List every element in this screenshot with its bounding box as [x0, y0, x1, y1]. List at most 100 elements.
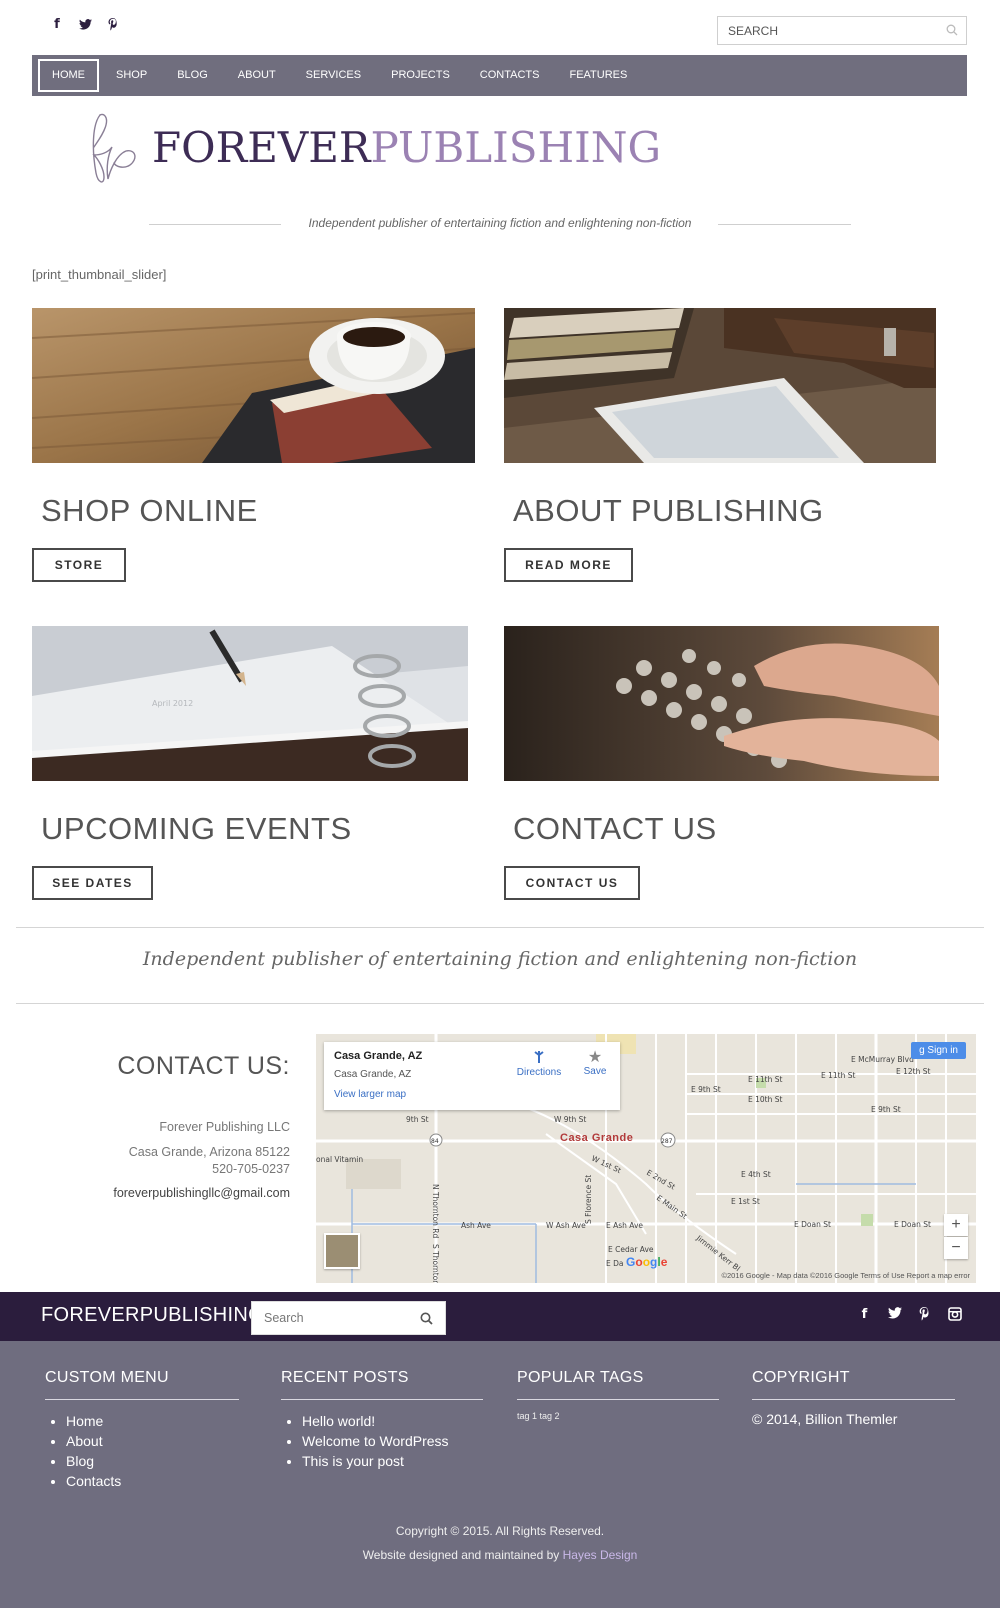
footer-search-input[interactable]	[252, 1302, 412, 1334]
site-logo[interactable]: FOREVERPUBLISHING	[86, 110, 661, 190]
post-link[interactable]: This is your post	[302, 1451, 483, 1471]
nav-item-blog[interactable]: BLOG	[162, 59, 223, 92]
svg-text:E 11th St: E 11th St	[821, 1071, 856, 1080]
contact-address: Casa Grande, Arizona 85122	[128, 1145, 290, 1159]
menu-link-about[interactable]: About	[66, 1431, 239, 1451]
search-icon[interactable]	[420, 1312, 433, 1325]
footer-brand[interactable]: FOREVERPUBLISHING	[41, 1304, 264, 1327]
divider-top	[16, 927, 984, 928]
widget-copyright: COPYRIGHT © 2014, Billion Themler	[752, 1369, 955, 1427]
widget-popular-tags: POPULAR TAGS tag 1 tag 2	[517, 1369, 719, 1421]
custom-menu-list: Home About Blog Contacts	[45, 1411, 239, 1491]
svg-text:E Doan St: E Doan St	[794, 1220, 831, 1229]
directions-icon	[534, 1051, 544, 1063]
widget-title: COPYRIGHT	[752, 1369, 955, 1400]
svg-text:Ash Ave: Ash Ave	[461, 1221, 491, 1230]
svg-text:S Thornton Rd: S Thornton Rd	[431, 1244, 440, 1283]
svg-text:W Ash Ave: W Ash Ave	[546, 1221, 586, 1230]
slider-shortcode-text: [print_thumbnail_slider]	[32, 267, 167, 282]
search-icon[interactable]	[946, 24, 958, 36]
quote-tagline: Independent publisher of entertaining fi…	[142, 948, 858, 970]
svg-text:N Thornton Rd: N Thornton Rd	[431, 1184, 440, 1239]
zoom-in-button[interactable]: +	[944, 1214, 968, 1236]
instagram-icon[interactable]	[947, 1307, 962, 1323]
map-info-card: Casa Grande, AZ Casa Grande, AZ View lar…	[324, 1042, 620, 1110]
nav-item-features[interactable]: FEATURES	[554, 59, 642, 92]
menu-link-contacts[interactable]: Contacts	[66, 1471, 239, 1491]
facebook-icon[interactable]: f	[857, 1307, 872, 1323]
google-map[interactable]: 9th St W 9th St Ash Ave W Ash Ave E Ash …	[316, 1034, 976, 1283]
svg-text:E Cedar Ave: E Cedar Ave	[608, 1245, 654, 1254]
tagline-divider-right	[718, 224, 851, 225]
top-search-input[interactable]	[718, 17, 928, 44]
typewriter-hands-image	[504, 626, 939, 781]
see-dates-button[interactable]: SEE DATES	[32, 866, 153, 900]
svg-text:E 11th St: E 11th St	[748, 1075, 783, 1084]
contact-us-button[interactable]: CONTACT US	[504, 866, 640, 900]
nav-item-about[interactable]: ABOUT	[223, 59, 291, 92]
top-social-links: f	[50, 16, 120, 32]
menu-link-blog[interactable]: Blog	[66, 1451, 239, 1471]
map-place-address: Casa Grande, AZ	[334, 1069, 412, 1080]
nav-item-contacts[interactable]: CONTACTS	[465, 59, 555, 92]
map-city-label: Casa Grande	[560, 1132, 634, 1144]
post-link[interactable]: Welcome to WordPress	[302, 1431, 483, 1451]
recent-posts-list: Hello world! Welcome to WordPress This i…	[281, 1411, 483, 1471]
view-larger-map-link[interactable]: View larger map	[334, 1089, 406, 1100]
menu-link-home[interactable]: Home	[66, 1411, 239, 1431]
svg-text:E 10th St: E 10th St	[748, 1095, 783, 1104]
post-link[interactable]: Hello world!	[302, 1411, 483, 1431]
facebook-icon[interactable]: f	[50, 16, 64, 32]
footer-credits: Website designed and maintained by Hayes…	[0, 1548, 1000, 1562]
logo-wordmark: FOREVERPUBLISHING	[152, 123, 661, 172]
directions-button[interactable]: Directions	[514, 1050, 564, 1078]
pinterest-icon[interactable]	[106, 16, 120, 32]
satellite-toggle[interactable]	[324, 1233, 360, 1269]
svg-text:E 1st St: E 1st St	[731, 1197, 760, 1206]
feature-title: UPCOMING EVENTS	[41, 811, 352, 846]
svg-text:S Florence St: S Florence St	[584, 1175, 593, 1224]
designer-link[interactable]: Hayes Design	[563, 1548, 638, 1562]
store-button[interactable]: STORE	[32, 548, 126, 582]
google-logo: Google	[626, 1255, 668, 1269]
save-button[interactable]: ★ Save	[580, 1050, 610, 1078]
credits-text: Website designed and maintained by	[362, 1548, 563, 1562]
header-tagline: Independent publisher of entertaining fi…	[0, 216, 1000, 230]
fp-monogram-icon	[92, 113, 136, 183]
footer-copyright: Copyright © 2015. All Rights Reserved.	[395, 1524, 605, 1538]
twitter-icon[interactable]	[78, 16, 92, 32]
feature-about-publishing: ABOUT PUBLISHING READ MORE	[504, 308, 936, 582]
footer-widgets: CUSTOM MENU Home About Blog Contacts REC…	[0, 1341, 1000, 1608]
nav-item-shop[interactable]: SHOP	[101, 59, 162, 92]
zoom-out-button[interactable]: −	[944, 1237, 968, 1259]
nav-item-services[interactable]: SERVICES	[291, 59, 376, 92]
feature-title: SHOP ONLINE	[41, 493, 258, 528]
twitter-icon[interactable]	[887, 1307, 902, 1323]
map-signin-button[interactable]: g Sign in	[911, 1042, 966, 1059]
footer-bar: FOREVERPUBLISHING f	[0, 1292, 1000, 1341]
map-attribution: ©2016 Google - Map data ©2016 Google Ter…	[721, 1271, 970, 1280]
svg-text:W 9th St: W 9th St	[554, 1115, 586, 1124]
read-more-button[interactable]: READ MORE	[504, 548, 633, 582]
tagline-divider-left	[149, 224, 281, 225]
pinterest-icon[interactable]	[917, 1307, 932, 1323]
footer-social-links: f	[857, 1307, 962, 1323]
svg-text:April 2012: April 2012	[152, 699, 193, 708]
widget-recent-posts: RECENT POSTS Hello world! Welcome to Wor…	[281, 1369, 483, 1471]
tag-cloud[interactable]: tag 1 tag 2	[517, 1411, 719, 1421]
feature-upcoming-events: April 2012 UPCOMING EVENTS SEE DATES	[32, 626, 468, 900]
svg-text:287: 287	[661, 1138, 673, 1145]
svg-text:E Ash Ave: E Ash Ave	[606, 1221, 643, 1230]
svg-text:E 9th St: E 9th St	[871, 1105, 901, 1114]
top-search-box	[717, 16, 967, 45]
nav-item-home[interactable]: HOME	[38, 59, 99, 92]
widget-title: CUSTOM MENU	[45, 1369, 239, 1400]
map-place-name: Casa Grande, AZ	[334, 1050, 423, 1062]
contact-company: Forever Publishing LLC	[159, 1120, 290, 1134]
svg-text:9th St: 9th St	[406, 1115, 429, 1124]
nav-item-projects[interactable]: PROJECTS	[376, 59, 465, 92]
svg-text:E McMurray Blvd: E McMurray Blvd	[851, 1055, 914, 1064]
feature-title: ABOUT PUBLISHING	[513, 493, 824, 528]
svg-text:E Doan St: E Doan St	[894, 1220, 931, 1229]
contact-email[interactable]: foreverpublishingllc@gmail.com	[113, 1186, 290, 1200]
